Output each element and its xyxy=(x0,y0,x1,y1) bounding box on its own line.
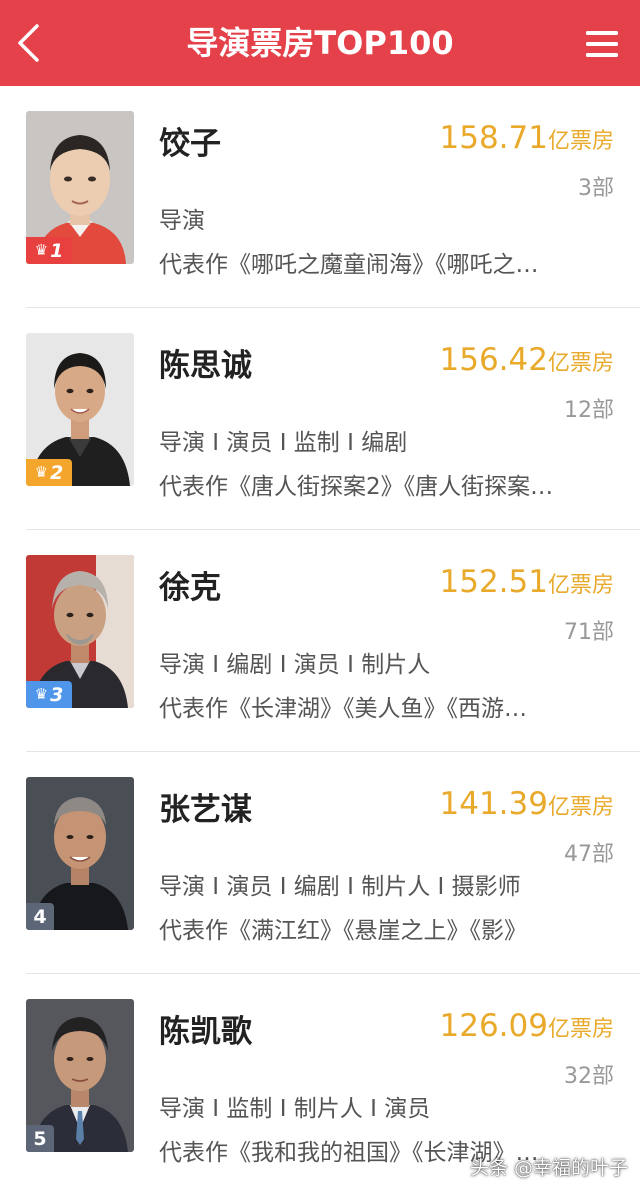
crown-icon: ♛ xyxy=(34,462,49,481)
director-row[interactable]: ♛ 3 徐克 152.51亿票房 71部 导演 I 编剧 I 演员 I 制片人 … xyxy=(0,530,640,752)
box-office-unit: 亿票房 xyxy=(547,573,614,598)
box-office-unit: 亿票房 xyxy=(547,351,614,376)
director-roles: 导演 I 监制 I 制片人 I 演员 xyxy=(159,1096,431,1122)
director-name: 饺子 xyxy=(159,126,221,162)
director-photo: 4 xyxy=(26,777,134,930)
box-office-unit: 亿票房 xyxy=(547,129,614,154)
representative-works: 代表作《满江红》《悬崖之上》《影》 xyxy=(159,918,527,944)
director-name: 陈凯歌 xyxy=(159,1014,252,1050)
director-photo: ♛ 1 xyxy=(26,111,134,264)
director-roles: 导演 xyxy=(159,208,205,234)
film-count: 3部 xyxy=(578,176,614,201)
director-row[interactable]: 4 张艺谋 141.39亿票房 47部 导演 I 演员 I 编剧 I 制片人 I… xyxy=(0,752,640,974)
film-count: 47部 xyxy=(564,842,614,867)
crown-icon: ♛ xyxy=(34,684,49,703)
director-roles: 导演 I 演员 I 监制 I 编剧 xyxy=(159,430,408,456)
box-office: 141.39亿票房 xyxy=(440,786,615,822)
director-row[interactable]: ♛ 1 饺子 158.71亿票房 3部 导演 代表作《哪吒之魔童闹海》《哪吒之… xyxy=(0,86,640,308)
representative-works: 代表作《长津湖》《美人鱼》《西游… xyxy=(159,696,527,722)
box-office-unit: 亿票房 xyxy=(547,1017,614,1042)
film-count: 71部 xyxy=(564,620,614,645)
film-count: 12部 xyxy=(564,398,614,423)
box-office-value: 156.42 xyxy=(439,342,548,378)
box-office: 158.71亿票房 xyxy=(440,120,615,156)
rank-badge: ♛ 2 xyxy=(26,459,72,486)
director-photo: 5 xyxy=(26,999,134,1152)
crown-icon: ♛ xyxy=(34,240,49,259)
rank-number: 5 xyxy=(33,1127,47,1150)
box-office-value: 126.09 xyxy=(439,1008,548,1044)
top-bar: 导演票房TOP100 xyxy=(0,0,640,86)
hamburger-menu-icon xyxy=(586,31,618,57)
rank-badge: 4 xyxy=(26,903,54,930)
box-office-value: 152.51 xyxy=(439,564,548,600)
rank-number: 2 xyxy=(50,461,64,484)
back-button[interactable] xyxy=(8,17,48,69)
menu-button[interactable] xyxy=(580,24,624,64)
director-name: 陈思诚 xyxy=(159,348,252,384)
film-count: 32部 xyxy=(564,1064,614,1089)
box-office-unit: 亿票房 xyxy=(547,795,614,820)
rank-badge: 5 xyxy=(26,1125,54,1152)
representative-works: 代表作《唐人街探案2》《唐人街探案… xyxy=(159,474,554,500)
rank-badge: ♛ 3 xyxy=(26,681,72,708)
director-ranking-list: ♛ 1 饺子 158.71亿票房 3部 导演 代表作《哪吒之魔童闹海》《哪吒之… xyxy=(0,86,640,1194)
box-office-value: 141.39 xyxy=(439,786,548,822)
director-roles: 导演 I 编剧 I 演员 I 制片人 xyxy=(159,652,431,678)
director-name: 张艺谋 xyxy=(159,792,252,828)
director-photo: ♛ 3 xyxy=(26,555,134,708)
director-row[interactable]: ♛ 2 陈思诚 156.42亿票房 12部 导演 I 演员 I 监制 I 编剧 … xyxy=(0,308,640,530)
box-office: 152.51亿票房 xyxy=(440,564,615,600)
director-roles: 导演 I 演员 I 编剧 I 制片人 I 摄影师 xyxy=(159,874,521,900)
director-photo: ♛ 2 xyxy=(26,333,134,486)
chevron-left-icon xyxy=(18,24,39,62)
rank-number: 1 xyxy=(50,239,64,262)
director-name: 徐克 xyxy=(159,570,221,606)
box-office: 126.09亿票房 xyxy=(440,1008,615,1044)
rank-number: 3 xyxy=(50,683,64,706)
box-office-value: 158.71 xyxy=(439,120,548,156)
representative-works: 代表作《哪吒之魔童闹海》《哪吒之… xyxy=(159,252,539,278)
watermark: 头条 @幸福的叶子 xyxy=(469,1157,628,1179)
box-office: 156.42亿票房 xyxy=(440,342,615,378)
page-title: 导演票房TOP100 xyxy=(186,24,454,62)
rank-badge: ♛ 1 xyxy=(26,237,72,264)
rank-number: 4 xyxy=(33,905,47,928)
